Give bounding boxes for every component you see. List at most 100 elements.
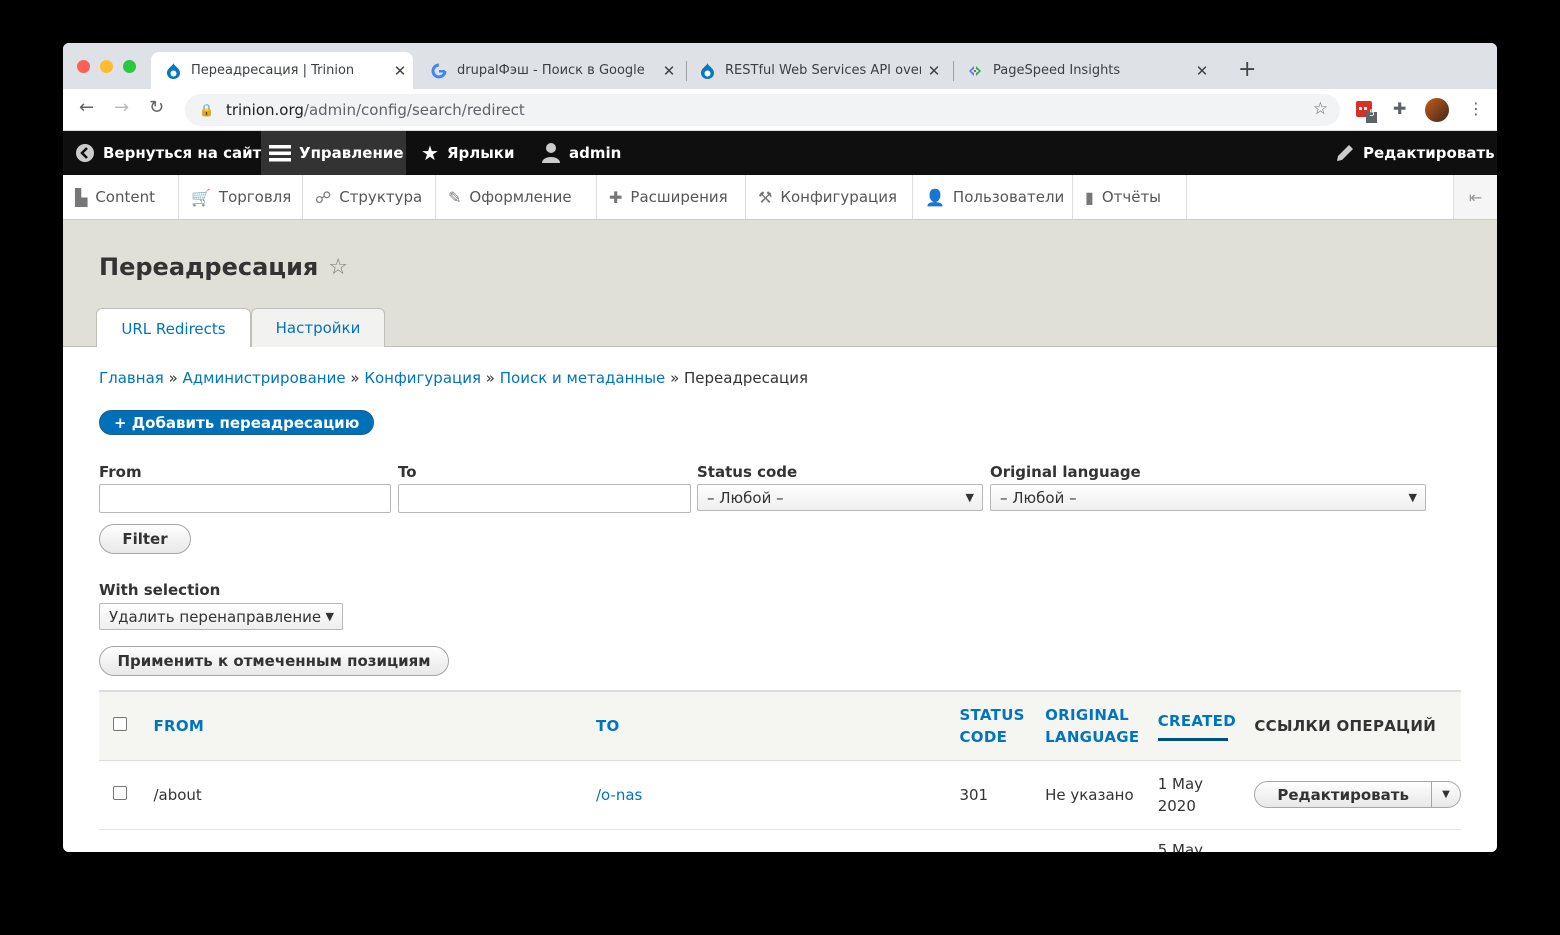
tray-item-label: Структура: [339, 188, 423, 206]
close-tab-icon[interactable]: ✕: [921, 62, 947, 80]
file-icon: ▙: [75, 187, 88, 207]
header-from[interactable]: FROM: [153, 691, 595, 760]
apply-to-selected-button[interactable]: Применить к отмеченным позициям: [99, 646, 449, 676]
language-label: Original language: [990, 463, 1141, 481]
tab-url-redirects[interactable]: URL Redirects: [96, 308, 251, 348]
status-code-value: – Любой –: [707, 488, 784, 507]
brush-icon: ✎: [448, 187, 462, 207]
cell-to-link[interactable]: /o-nas: [596, 760, 960, 829]
browser-window: Переадресация | Trinion ✕ drupalФэш - По…: [63, 43, 1497, 852]
from-filter-label: From: [99, 463, 142, 481]
header-language[interactable]: ORIGINAL LANGUAGE: [1045, 691, 1158, 760]
header-created-label: CREATED: [1157, 712, 1236, 731]
browser-tab-3[interactable]: RESTful Web Services API overview ✕: [685, 52, 947, 89]
bookmark-star-icon[interactable]: ☆: [1313, 99, 1328, 119]
people-icon: 👤: [925, 187, 945, 207]
address-bar[interactable]: 🔒 trinion.org/admin/config/search/redire…: [185, 94, 1340, 126]
minimize-window-button[interactable]: [100, 60, 113, 73]
sort-indicator: [1157, 738, 1228, 742]
status-code-select[interactable]: – Любой – ▼: [697, 484, 983, 511]
browser-tab-2[interactable]: drupalФэш - Поиск в Google ✕: [417, 52, 682, 89]
breadcrumb-config[interactable]: Конфигурация: [364, 369, 481, 387]
browser-tab-1[interactable]: Переадресация | Trinion ✕: [151, 52, 413, 89]
tray-item-label: Отчёты: [1101, 188, 1162, 206]
row-checkbox[interactable]: [113, 785, 127, 800]
breadcrumb-home[interactable]: Главная: [99, 369, 164, 387]
breadcrumb-admin[interactable]: Администрирование: [183, 369, 346, 387]
header-language-line2: LANGUAGE: [1045, 727, 1140, 746]
close-tab-icon[interactable]: ✕: [387, 62, 413, 80]
dropdown-arrow-icon: ▼: [1408, 491, 1417, 504]
tray-item-label: Конфигурация: [780, 188, 898, 206]
menu-dots-icon[interactable]: ⋮: [1468, 99, 1484, 118]
close-window-button[interactable]: [77, 60, 90, 73]
chevron-down-icon[interactable]: ▼: [1432, 784, 1460, 806]
breadcrumb-search[interactable]: Поиск и метаданные: [500, 369, 666, 387]
reload-icon[interactable]: ↻: [149, 97, 164, 118]
header-status-code[interactable]: STATUS CODE: [959, 691, 1045, 760]
operations-dropbutton[interactable]: Редактировать ▼: [1254, 781, 1461, 808]
table-row: 5 May: [99, 829, 1461, 852]
back-arrow-icon[interactable]: ←: [79, 97, 94, 118]
admin-toolbar: Вернуться на сайт Управление ★ Ярлыки ad…: [63, 131, 1497, 175]
extension-badge: 5: [1369, 109, 1375, 119]
hamburger-icon: [269, 144, 291, 162]
add-redirect-button[interactable]: + Добавить переадресацию: [99, 410, 375, 435]
browser-toolbar: ← → ↻ 🔒 trinion.org/admin/config/search/…: [63, 89, 1497, 131]
cell-created: 1 May 2020: [1158, 760, 1255, 829]
profile-avatar[interactable]: [1425, 98, 1449, 122]
browser-tab-4[interactable]: PageSpeed Insights ✕: [953, 52, 1215, 89]
header-to[interactable]: TO: [596, 691, 960, 760]
edit-mode-button[interactable]: Редактировать: [1335, 131, 1495, 175]
cell-from: /about: [153, 785, 202, 804]
user-tab[interactable]: admin: [541, 131, 621, 175]
tray-item-extend[interactable]: ✚ Расширения: [597, 175, 746, 219]
tab-settings[interactable]: Настройки: [251, 308, 385, 347]
shortcut-star-icon[interactable]: ☆: [328, 255, 348, 280]
wrench-icon: ⚒: [758, 187, 773, 207]
dropdown-arrow-icon: ▼: [325, 610, 334, 623]
tab-title: RESTful Web Services API overview: [725, 63, 921, 78]
back-circle-icon: [75, 143, 95, 163]
manage-tab[interactable]: Управление: [261, 131, 406, 175]
with-selection-label: With selection: [99, 581, 221, 599]
header-status-line2: CODE: [959, 727, 1008, 746]
tray-item-appearance[interactable]: ✎ Оформление: [436, 175, 597, 219]
to-filter-input[interactable]: [398, 484, 691, 513]
tray-orientation-toggle-icon[interactable]: ⇤: [1453, 175, 1497, 219]
user-label: admin: [569, 144, 622, 162]
shortcuts-tab[interactable]: ★ Ярлыки: [421, 131, 514, 175]
google-icon: [431, 63, 447, 79]
maximize-window-button[interactable]: [123, 60, 136, 73]
lock-icon: 🔒: [199, 103, 214, 117]
tray-item-label: Content: [95, 188, 155, 206]
tray-item-commerce[interactable]: 🛒 Торговля: [179, 175, 303, 219]
new-tab-icon[interactable]: +: [1238, 57, 1256, 82]
tab-strip: Переадресация | Trinion ✕ drupalФэш - По…: [63, 43, 1497, 89]
close-tab-icon[interactable]: ✕: [656, 62, 682, 80]
drupal-icon: [699, 62, 715, 79]
tray-item-reports[interactable]: ▮ Отчёты: [1073, 175, 1187, 219]
tray-item-structure[interactable]: ☍ Структура: [303, 175, 436, 219]
bar-chart-icon: ▮: [1085, 187, 1094, 207]
header-created[interactable]: CREATED: [1157, 691, 1255, 760]
extensions-puzzle-icon[interactable]: ✚: [1393, 99, 1406, 118]
tray-item-configuration[interactable]: ⚒ Конфигурация: [746, 175, 913, 219]
language-select[interactable]: – Любой – ▼: [990, 484, 1426, 511]
extension-calendar-icon[interactable]: 5: [1355, 99, 1377, 127]
admin-menu-tray: ▙ Content 🛒 Торговля ☍ Структура ✎ Оформлени…: [63, 175, 1497, 220]
edit-operation-button[interactable]: Редактировать: [1255, 782, 1432, 807]
language-value: – Любой –: [1000, 488, 1077, 507]
from-filter-input[interactable]: [99, 484, 391, 513]
tray-item-people[interactable]: 👤 Пользователи: [913, 175, 1073, 219]
forward-arrow-icon[interactable]: →: [114, 97, 129, 118]
status-code-label: Status code: [697, 463, 798, 481]
tray-item-content[interactable]: ▙ Content: [63, 175, 179, 219]
bulk-action-select[interactable]: Удалить перенаправление ▼: [99, 603, 343, 630]
close-tab-icon[interactable]: ✕: [1189, 62, 1215, 80]
select-all-checkbox[interactable]: [113, 716, 127, 731]
back-to-site-link[interactable]: Вернуться на сайт: [63, 131, 279, 175]
cell-operations: Редактировать ▼: [1254, 760, 1461, 829]
filter-button[interactable]: Filter: [99, 524, 191, 554]
breadcrumb-separator: »: [670, 369, 680, 387]
